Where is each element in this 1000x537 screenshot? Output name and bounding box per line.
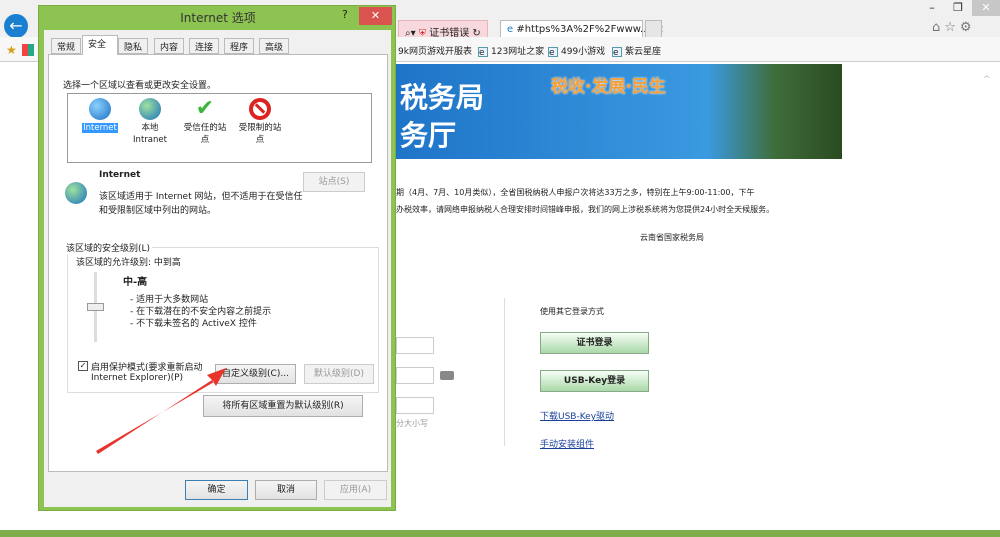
- tab-connections[interactable]: 连接: [189, 38, 220, 54]
- ie-page-icon: e: [612, 47, 622, 58]
- cert-login-button[interactable]: 证书登录: [540, 332, 649, 354]
- favorite-link[interactable]: e 123网址之家: [478, 44, 544, 58]
- other-login-label: 使用其它登录方式: [540, 307, 604, 316]
- password-input[interactable]: [396, 367, 434, 384]
- level-name: 中-高: [123, 277, 148, 288]
- usbkey-login-button[interactable]: USB-Key登录: [540, 370, 649, 392]
- banner-title-1: 税务局: [400, 81, 485, 114]
- security-slider-thumb[interactable]: [87, 303, 104, 311]
- notice-text: 期（4月、7月、10月类似），全省国税纳税人申报户次将达33万之多，特别在上午9…: [396, 188, 755, 197]
- close-window-button[interactable]: ✕: [972, 0, 1000, 16]
- home-icon[interactable]: ⌂: [932, 20, 944, 35]
- checkmark-icon: ✔: [195, 96, 215, 121]
- close-button[interactable]: ✕: [359, 7, 392, 25]
- download-driver-link[interactable]: 下载USB-Key驱动: [540, 409, 614, 422]
- custom-level-button[interactable]: 自定义级别(C)...: [215, 364, 296, 384]
- keyboard-icon[interactable]: [440, 371, 454, 380]
- allowed-levels: 该区域的允许级别: 中到高: [76, 258, 181, 268]
- cancel-button[interactable]: 取消: [255, 480, 317, 500]
- taskbar: [0, 530, 1000, 537]
- default-level-button[interactable]: 默认级别(D): [304, 364, 374, 384]
- internet-options-dialog: Internet 选项 ? ✕ 常规 安全 隐私 内容 连接 程序 高级 选择一…: [38, 5, 396, 511]
- level-point: - 不下载未签名的 ActiveX 控件: [130, 319, 257, 329]
- favorites-star-icon[interactable]: ☆: [944, 20, 960, 35]
- notice-text: 办税效率，请网络申报纳税人合理安排时间错峰申报，我们的网上涉税系统将为您提供24…: [396, 205, 775, 214]
- globe-icon: [89, 98, 111, 120]
- zone-restricted-sites[interactable]: 受限制的站点: [228, 98, 292, 146]
- back-button[interactable]: ←: [4, 14, 28, 38]
- apply-button[interactable]: 应用(A): [324, 480, 387, 500]
- favorite-link[interactable]: e 紫云星座: [612, 44, 661, 58]
- tab-security[interactable]: 安全: [82, 35, 118, 55]
- tab-label: #https%3A%2F%2Fwww....: [516, 24, 653, 35]
- tab-content[interactable]: 内容: [154, 38, 185, 54]
- ie-icon: e: [507, 24, 514, 35]
- tab-privacy[interactable]: 隐私: [118, 38, 149, 54]
- zone-list: Internet 本地 Intranet ✔ 受信任的站点 受限制的站点: [67, 93, 372, 163]
- protected-mode-checkbox[interactable]: ✓: [78, 361, 88, 371]
- add-favorite-icon[interactable]: ★: [6, 43, 17, 57]
- banner-title-2: 务厅: [400, 119, 457, 152]
- globe-icon: [65, 182, 87, 204]
- username-input[interactable]: [396, 337, 434, 354]
- zone-description: 该区域适用于 Internet 网站，但不适用于在受信任: [99, 192, 303, 202]
- security-level-group: 该区域的安全级别(L) 该区域的允许级别: 中到高 中-高 - 适用于大多数网站…: [64, 241, 379, 393]
- ie-page-icon: e: [478, 47, 488, 58]
- help-button[interactable]: ?: [342, 8, 348, 21]
- scroll-up-icon[interactable]: ^: [983, 75, 991, 85]
- divider: [504, 298, 505, 446]
- case-hint: 分大小写: [396, 419, 428, 428]
- captcha-input[interactable]: [396, 397, 434, 414]
- zone-description: 和受限制区域中列出的网站。: [99, 206, 217, 216]
- reset-all-zones-button[interactable]: 将所有区域重置为默认级别(R): [203, 395, 363, 417]
- install-component-link[interactable]: 手动安装组件: [540, 437, 594, 450]
- sites-button[interactable]: 站点(S): [303, 172, 365, 192]
- ie-page-icon: e: [548, 47, 558, 58]
- favorite-link[interactable]: 9k网页游戏开服表: [398, 44, 472, 57]
- favorite-link[interactable]: e 499小游戏: [548, 44, 605, 58]
- minimize-button[interactable]: –: [918, 0, 946, 16]
- protected-mode-label: Internet Explorer)(P): [91, 373, 184, 383]
- dialog-body: 常规 安全 隐私 内容 连接 程序 高级 选择一个区域以查看或更改安全设置。 I…: [44, 30, 391, 507]
- protected-mode-label: 启用保护模式(要求重新启动: [91, 363, 203, 373]
- gear-icon[interactable]: ⚙: [960, 20, 976, 35]
- tab-general[interactable]: 常规: [51, 38, 82, 54]
- group-label: 该区域的安全级别(L): [64, 241, 153, 254]
- ok-button[interactable]: 确定: [185, 480, 248, 500]
- restore-button[interactable]: ❐: [944, 0, 972, 16]
- tab-programs[interactable]: 程序: [224, 38, 255, 54]
- zone-prompt: 选择一个区域以查看或更改安全设置。: [63, 81, 217, 91]
- zone-name: Internet: [99, 170, 141, 180]
- banner-slogan: 税收·发展·民生: [551, 77, 666, 97]
- intranet-icon: [139, 98, 161, 120]
- restricted-icon: [249, 98, 271, 120]
- site-banner: 税务局 务厅 税收·发展·民生: [396, 64, 842, 159]
- security-panel: 选择一个区域以查看或更改安全设置。 Internet 本地 Intranet ✔ 受…: [48, 54, 388, 472]
- tab-advanced[interactable]: 高级: [259, 38, 290, 54]
- signature: 云南省国家税务局: [640, 233, 704, 242]
- sites-icon[interactable]: [22, 44, 34, 56]
